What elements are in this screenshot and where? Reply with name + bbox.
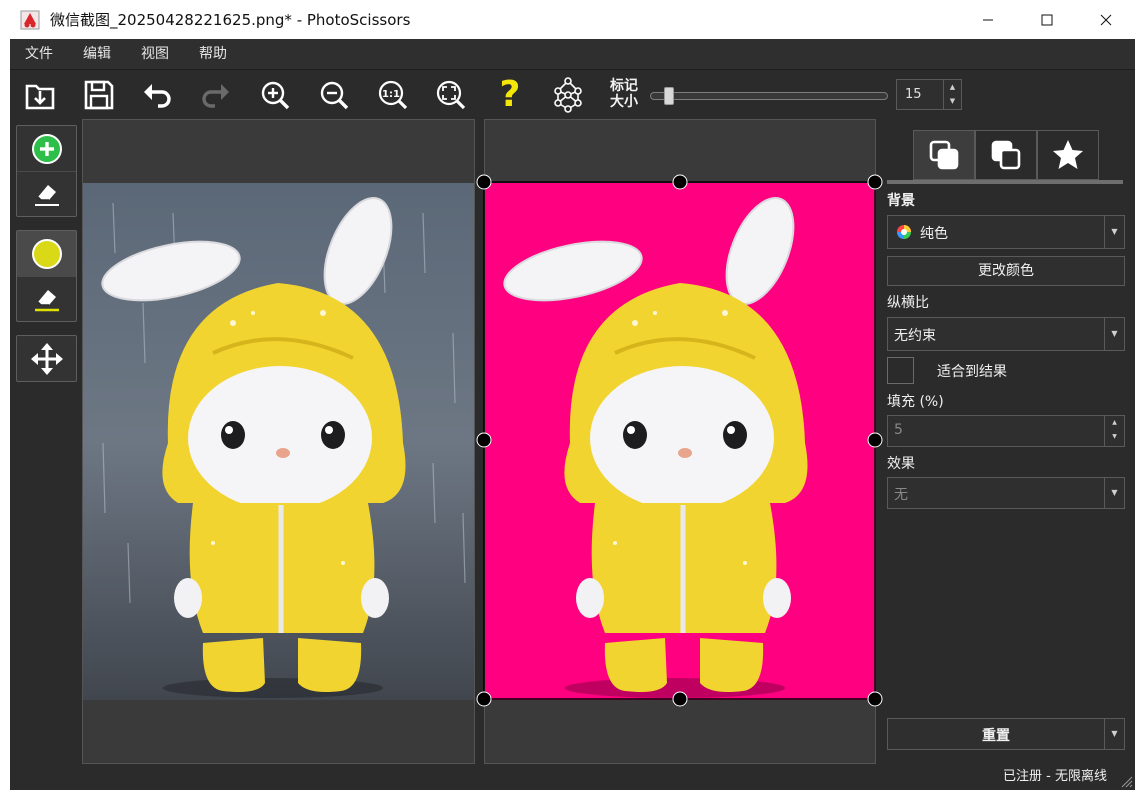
- plus-circle-icon: [31, 133, 62, 164]
- zoom-1-1-icon[interactable]: 1:1: [373, 75, 413, 115]
- layers-front-icon: [929, 140, 959, 170]
- layers-back-icon: [991, 140, 1021, 170]
- settings-panel: 背景 纯色 ▼ 更改颜色 纵横比 无约束 ▼ 适合到结果 填充 (%) 5 ▲ ▼…: [885, 119, 1135, 790]
- left-tool-panel: [10, 119, 82, 790]
- add-marker-button[interactable]: [17, 126, 76, 171]
- star-icon: [1053, 140, 1083, 169]
- eraser-yellow-icon: [34, 290, 59, 312]
- network-icon[interactable]: [548, 75, 588, 115]
- effect-value: 无: [894, 487, 908, 503]
- crop-frame: [476, 174, 883, 707]
- open-download-icon[interactable]: [20, 75, 60, 115]
- toolbar: 1:1 ? 标记 大小 15 ▲ ▼: [10, 69, 1135, 119]
- zoom-out-icon[interactable]: [314, 75, 354, 115]
- foreground-tool-group: [16, 125, 77, 217]
- chevron-down-icon[interactable]: ▼: [1104, 719, 1124, 749]
- original-image-pane[interactable]: [82, 119, 475, 764]
- effect-label: 效果: [887, 456, 915, 472]
- marker-size-slider[interactable]: [650, 87, 888, 105]
- tab-effects[interactable]: [1037, 130, 1099, 180]
- spin-up-icon[interactable]: ▲: [944, 80, 961, 94]
- fit-result-checkbox[interactable]: [887, 357, 914, 384]
- maximize-icon[interactable]: [1017, 0, 1076, 39]
- crop-handle-top[interactable]: [672, 174, 688, 190]
- crop-handle-top-right[interactable]: [867, 174, 883, 190]
- app-window: 文件 编辑 视图 帮助 1:1 ? 标记 大小 15 ▲ ▼ 背景 纯色 ▼ 更…: [10, 39, 1135, 790]
- chevron-down-icon: ▼: [1104, 478, 1124, 508]
- registration-status: 已注册 - 无限离线: [1003, 769, 1107, 784]
- menu-help[interactable]: 帮助: [184, 39, 242, 69]
- erase-background-button[interactable]: [17, 276, 76, 321]
- title-bar: 微信截图_20250428221625.png* - PhotoScissors: [10, 0, 1135, 39]
- move-button[interactable]: [17, 336, 76, 381]
- aspect-ratio-label: 纵横比: [887, 295, 929, 311]
- tab-underline: [887, 180, 1123, 184]
- minimize-icon[interactable]: [958, 0, 1017, 39]
- menu-file[interactable]: 文件: [10, 39, 68, 69]
- marker-size-slider-thumb[interactable]: [664, 87, 674, 105]
- crop-handle-right[interactable]: [867, 432, 883, 448]
- resize-grip-icon[interactable]: [1119, 774, 1133, 788]
- settings-tabs: [913, 130, 1101, 180]
- tab-foreground[interactable]: [975, 130, 1037, 180]
- crop-handle-bottom-left[interactable]: [476, 691, 492, 707]
- marker-size-label-line2: 大小: [610, 94, 638, 110]
- close-icon[interactable]: [1076, 0, 1135, 39]
- aspect-ratio-value: 无约束: [894, 328, 936, 344]
- zoom-in-icon[interactable]: [255, 75, 295, 115]
- change-color-button[interactable]: 更改颜色: [887, 256, 1125, 286]
- yellow-circle-icon: [31, 238, 62, 269]
- tab-background[interactable]: [913, 130, 975, 180]
- undo-icon[interactable]: [137, 75, 177, 115]
- reset-button[interactable]: 重置 ▼: [887, 718, 1125, 750]
- zoom-1-1-label: 1:1: [382, 89, 400, 100]
- save-icon[interactable]: [79, 75, 119, 115]
- erase-foreground-button[interactable]: [17, 171, 76, 216]
- spin-arrows-icon: ▲ ▼: [1104, 416, 1124, 446]
- zoom-fit-icon[interactable]: [431, 75, 471, 115]
- marker-size-spinbox[interactable]: 15 ▲ ▼: [896, 79, 962, 110]
- aspect-ratio-select[interactable]: 无约束 ▼: [887, 317, 1125, 351]
- background-type-select[interactable]: 纯色 ▼: [887, 215, 1125, 249]
- menu-edit[interactable]: 编辑: [68, 39, 126, 69]
- marker-size-label: 标记 大小: [610, 78, 646, 110]
- crop-handle-bottom-right[interactable]: [867, 691, 883, 707]
- effect-select[interactable]: 无 ▼: [887, 477, 1125, 509]
- background-label: 背景: [887, 193, 915, 209]
- marker-size-slider-track: [650, 92, 888, 100]
- background-marker-button[interactable]: [17, 231, 76, 276]
- background-type-value: 纯色: [920, 226, 948, 242]
- chevron-down-icon: ▼: [1104, 216, 1124, 248]
- help-icon[interactable]: ?: [490, 75, 530, 115]
- crop-handle-left[interactable]: [476, 432, 492, 448]
- marker-size-value: 15: [905, 87, 922, 102]
- move-arrows-icon: [30, 342, 63, 375]
- spin-down-icon[interactable]: ▼: [944, 94, 961, 108]
- window-title: 微信截图_20250428221625.png* - PhotoScissors: [50, 11, 411, 29]
- eraser-icon: [34, 185, 59, 206]
- background-tool-group: [16, 230, 77, 322]
- padding-value: 5: [894, 422, 903, 438]
- color-wheel-icon: [897, 225, 911, 239]
- result-image-pane[interactable]: [476, 119, 883, 764]
- redo-icon[interactable]: [196, 75, 236, 115]
- move-tool-group: [16, 335, 77, 382]
- padding-spinbox[interactable]: 5 ▲ ▼: [887, 415, 1125, 447]
- marker-size-label-line1: 标记: [610, 78, 638, 94]
- menu-bar: 文件 编辑 视图 帮助: [10, 39, 1135, 69]
- photoscissors-app-icon: [20, 10, 40, 30]
- crop-handle-top-left[interactable]: [476, 174, 492, 190]
- crop-handle-bottom[interactable]: [672, 691, 688, 707]
- padding-label: 填充 (%): [887, 394, 944, 410]
- menu-view[interactable]: 视图: [126, 39, 184, 69]
- original-photo: [83, 183, 474, 700]
- fit-result-label: 适合到结果: [937, 364, 1007, 380]
- reset-button-label: 重置: [982, 728, 1010, 744]
- chevron-down-icon: ▼: [1104, 318, 1124, 350]
